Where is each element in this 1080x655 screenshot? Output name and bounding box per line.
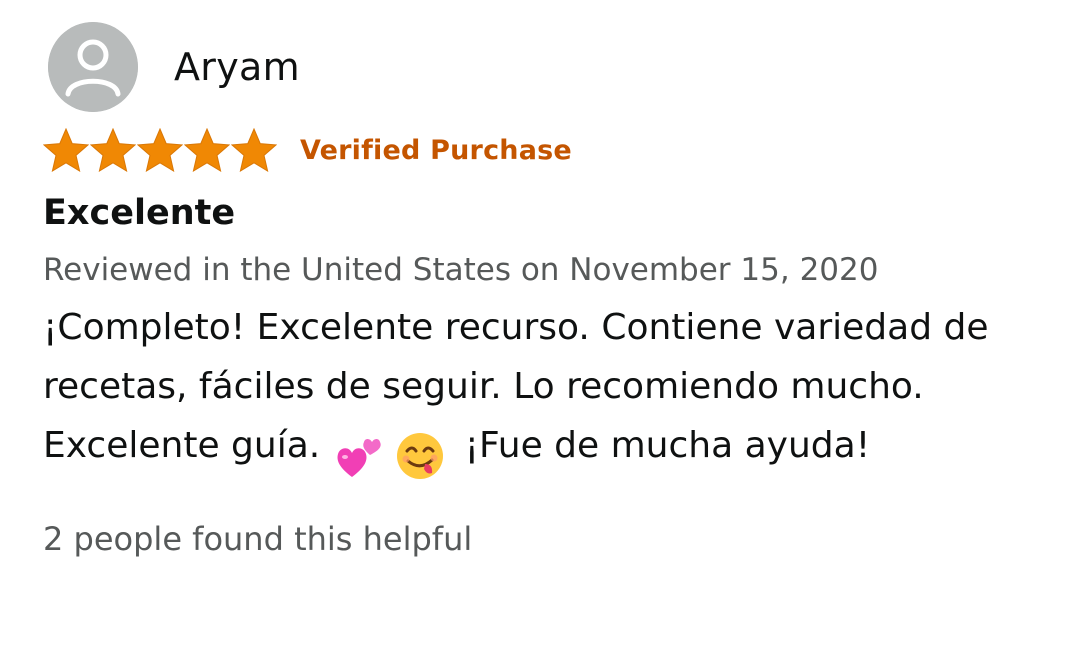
star-icon <box>184 128 230 172</box>
review-title: Excelente <box>43 193 236 233</box>
star-icon <box>137 128 183 172</box>
star-rating[interactable] <box>43 128 278 172</box>
emoji-group <box>334 425 445 484</box>
review-card: Aryam Verified Purchase Excelente Review… <box>43 22 1053 559</box>
helpful-count: 2 people found this helpful <box>43 520 473 559</box>
review-body: ¡Completo! Excelente recurso. Contiene v… <box>43 298 1043 484</box>
review-date: Reviewed in the United States on Novembe… <box>43 252 879 288</box>
two-hearts-icon <box>337 439 381 478</box>
star-icon <box>43 128 89 172</box>
verified-purchase-badge: Verified Purchase <box>300 134 572 166</box>
review-body-text-end: ¡Fue de mucha ayuda! <box>464 425 871 467</box>
reviewer-profile[interactable]: Aryam <box>43 22 1053 112</box>
star-icon <box>90 128 136 172</box>
rating-row: Verified Purchase <box>43 128 1053 172</box>
default-profile-icon[interactable] <box>48 22 138 112</box>
star-icon <box>231 128 277 172</box>
reviewer-name[interactable]: Aryam <box>174 48 300 86</box>
yum-face-icon <box>397 433 444 480</box>
